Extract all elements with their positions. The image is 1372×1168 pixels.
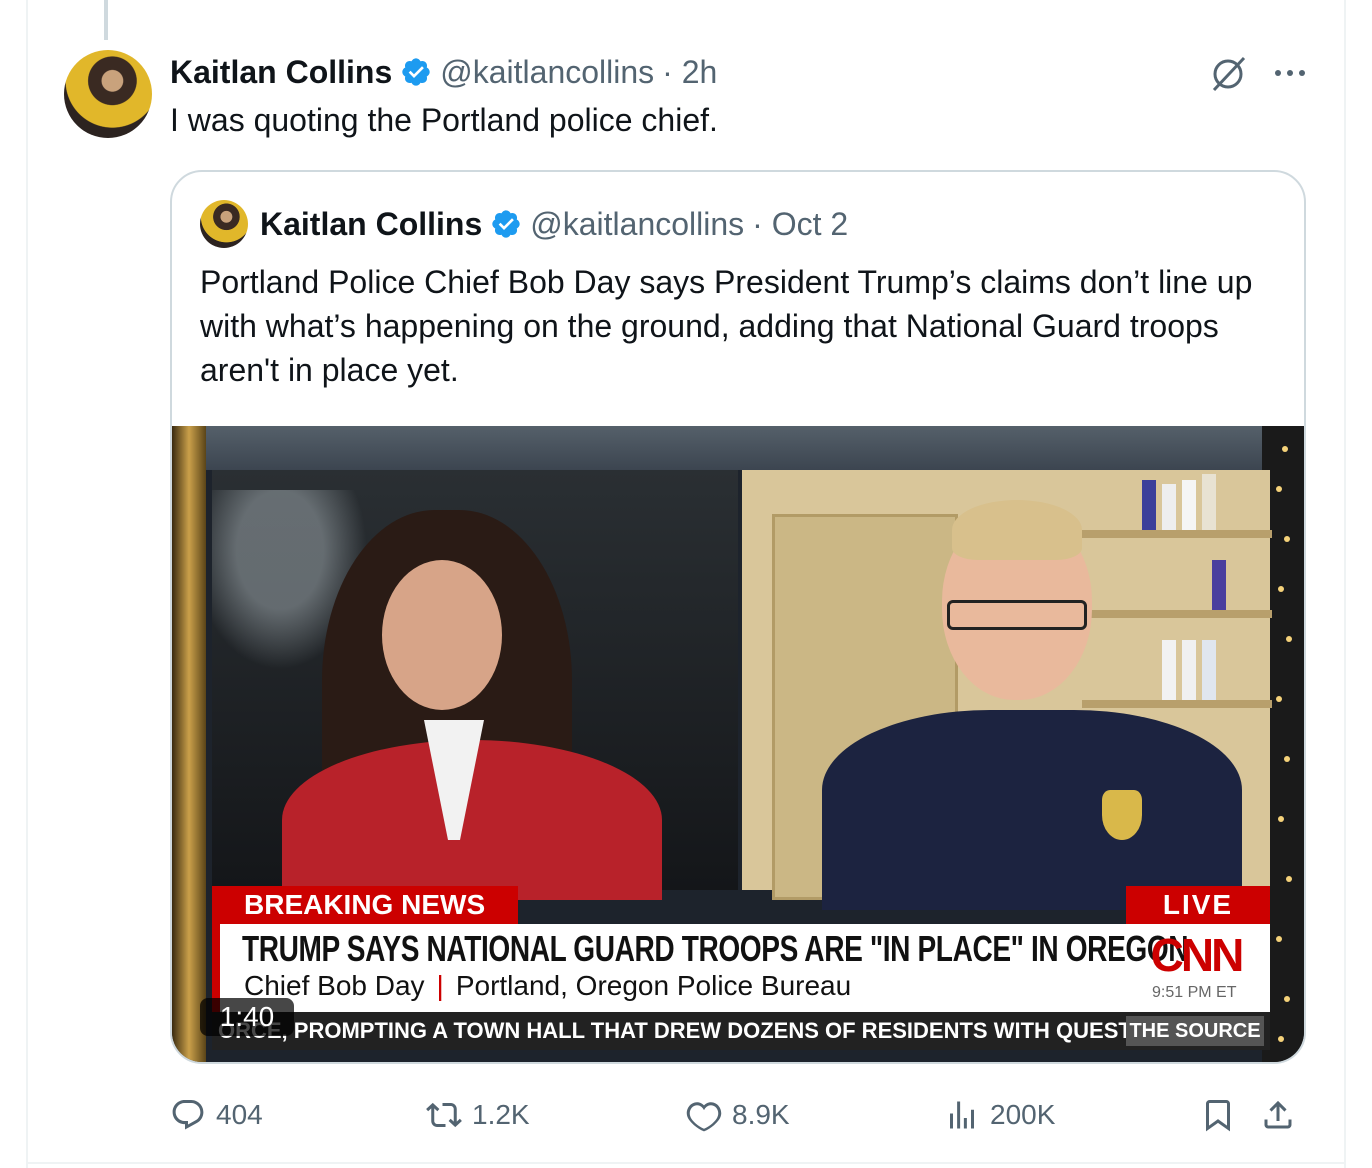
video-duration-badge: 1:40	[200, 998, 294, 1036]
guest-name: Chief Bob Day	[244, 970, 425, 1001]
author-avatar[interactable]	[64, 50, 152, 138]
views-count: 200K	[990, 1099, 1056, 1130]
quoted-author-handle: @kaitlancollins	[530, 205, 745, 242]
reply-button[interactable]: 404	[170, 1090, 263, 1140]
quoted-tweet-card[interactable]: Kaitlan Collins @kaitlancollins · Oct 2 …	[170, 170, 1306, 1064]
views-icon	[950, 1101, 974, 1129]
video-player[interactable]: BREAKING NEWS LIVE TRUMP SAYS NATIONAL G…	[172, 426, 1304, 1062]
thread-connector-line	[104, 0, 108, 40]
chyron-guest-line: Chief Bob Day | Portland, Oregon Police Bu…	[244, 970, 852, 1001]
reply-count: 404	[216, 1099, 263, 1130]
divider	[26, 1162, 1346, 1164]
verified-badge-icon	[402, 58, 430, 86]
studio-frame-left	[172, 426, 206, 1062]
tweet-header: Kaitlan Collins @kaitlancollins · 2h	[170, 50, 717, 94]
news-ticker: ORCE, PROMPTING A TOWN HALL THAT DREW DO…	[212, 1012, 1270, 1050]
bookmark-button[interactable]	[1200, 1090, 1236, 1140]
verified-badge-icon	[492, 210, 520, 238]
repost-icon	[426, 1102, 462, 1128]
grok-icon[interactable]	[1206, 54, 1250, 94]
chyron-headline: TRUMP SAYS NATIONAL GUARD TROOPS ARE "IN…	[242, 928, 1189, 969]
studio-backdrop	[172, 426, 1304, 470]
tweet-text: I was quoting the Portland police chief.	[170, 102, 718, 138]
like-icon	[686, 1102, 722, 1132]
quoted-tweet-text: Portland Police Chief Bob Day says Presi…	[200, 264, 1253, 388]
quoted-author-avatar	[200, 200, 248, 248]
anchor-person	[382, 560, 502, 710]
cnn-logo: CNN	[1150, 929, 1245, 981]
bookmark-icon	[1206, 1100, 1230, 1132]
quoted-timestamp: · Oct 2	[752, 205, 849, 242]
police-badge	[1102, 790, 1142, 840]
reply-icon	[172, 1100, 204, 1130]
show-name: THE SOURCE	[1126, 1016, 1264, 1046]
tweet-timestamp[interactable]: · 2h	[662, 54, 717, 91]
quoted-author-name: Kaitlan Collins	[260, 205, 483, 242]
column-border-left	[26, 0, 28, 1168]
live-label: LIVE	[1126, 886, 1270, 924]
guest-video-panel	[742, 470, 1272, 910]
author-name[interactable]: Kaitlan Collins	[170, 54, 392, 91]
anchor-video-panel	[212, 470, 738, 900]
breaking-news-label: BREAKING NEWS	[212, 886, 518, 924]
share-button[interactable]	[1260, 1090, 1296, 1140]
like-count: 8.9K	[732, 1099, 790, 1130]
guest-organization: Portland, Oregon Police Bureau	[455, 970, 852, 1001]
guest-person-uniform	[822, 710, 1242, 910]
like-button[interactable]: 8.9K	[686, 1090, 790, 1140]
more-icon[interactable]	[1270, 56, 1310, 90]
broadcast-clock: 9:51 PM ET	[1152, 984, 1237, 1001]
quoted-tweet-header: Kaitlan Collins @kaitlancollins · Oct 2	[260, 202, 848, 246]
author-handle[interactable]: @kaitlancollins	[440, 54, 654, 91]
share-icon	[1264, 1100, 1292, 1129]
repost-count: 1.2K	[472, 1099, 530, 1130]
views-button[interactable]: 200K	[944, 1090, 1055, 1140]
tweet-actions-bar: 404 1.2K 8.9K 200K	[170, 1090, 1310, 1140]
column-border-right	[1344, 0, 1346, 1168]
repost-button[interactable]: 1.2K	[426, 1090, 530, 1140]
